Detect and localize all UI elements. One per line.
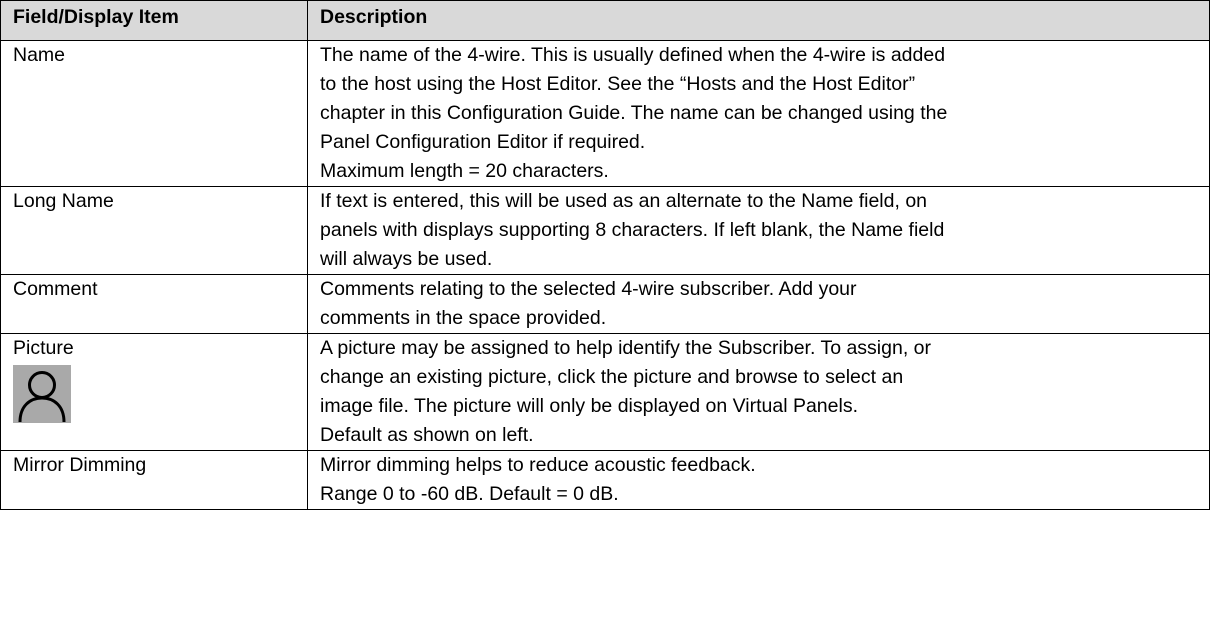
description-line: change an existing picture, click the pi… — [320, 366, 904, 388]
description-line: comments in the space provided. — [320, 307, 607, 329]
description-line: A picture may be assigned to help identi… — [320, 337, 931, 359]
table-row: Long Name If text is entered, this will … — [0, 186, 1210, 275]
table-row: Picture A picture may be assigned to hel… — [0, 333, 1210, 451]
description-line: panels with displays supporting 8 charac… — [320, 219, 945, 241]
description-line: Default as shown on left. — [320, 424, 534, 446]
description-cell: If text is entered, this will be used as… — [307, 186, 1210, 275]
description-line: image file. The picture will only be dis… — [320, 395, 858, 417]
description-cell: Comments relating to the selected 4-wire… — [307, 274, 1210, 334]
field-cell: Mirror Dimming — [0, 450, 308, 510]
header-field: Field/Display Item — [0, 0, 308, 41]
field-label: Picture — [13, 337, 74, 359]
description-line: will always be used. — [320, 248, 493, 270]
person-avatar-icon — [13, 365, 71, 423]
field-cell: Picture — [0, 333, 308, 451]
description-cell: A picture may be assigned to help identi… — [307, 333, 1210, 451]
description-cell: The name of the 4-wire. This is usually … — [307, 40, 1210, 187]
description-line: Maximum length = 20 characters. — [320, 160, 609, 182]
description-line: to the host using the Host Editor. See t… — [320, 73, 916, 95]
description-line: Range 0 to -60 dB. Default = 0 dB. — [320, 483, 619, 505]
table-row: Comment Comments relating to the selecte… — [0, 274, 1210, 334]
table-row: Name The name of the 4-wire. This is usu… — [0, 40, 1210, 187]
header-description: Description — [307, 0, 1210, 41]
field-cell: Name — [0, 40, 308, 187]
description-line: If text is entered, this will be used as… — [320, 190, 928, 212]
table-row: Mirror Dimming Mirror dimming helps to r… — [0, 450, 1210, 510]
description-line: chapter in this Configuration Guide. The… — [320, 102, 948, 124]
description-line: The name of the 4-wire. This is usually … — [320, 44, 946, 66]
field-cell: Comment — [0, 274, 308, 334]
description-cell: Mirror dimming helps to reduce acoustic … — [307, 450, 1210, 510]
field-description-table: Field/Display Item Description Name The … — [0, 0, 1210, 510]
field-cell: Long Name — [0, 186, 308, 275]
person-avatar-graphic — [13, 365, 71, 423]
table-header-row: Field/Display Item Description — [0, 0, 1210, 41]
description-line: Panel Configuration Editor if required. — [320, 131, 646, 153]
description-line: Comments relating to the selected 4-wire… — [320, 278, 857, 300]
description-line: Mirror dimming helps to reduce acoustic … — [320, 454, 756, 476]
